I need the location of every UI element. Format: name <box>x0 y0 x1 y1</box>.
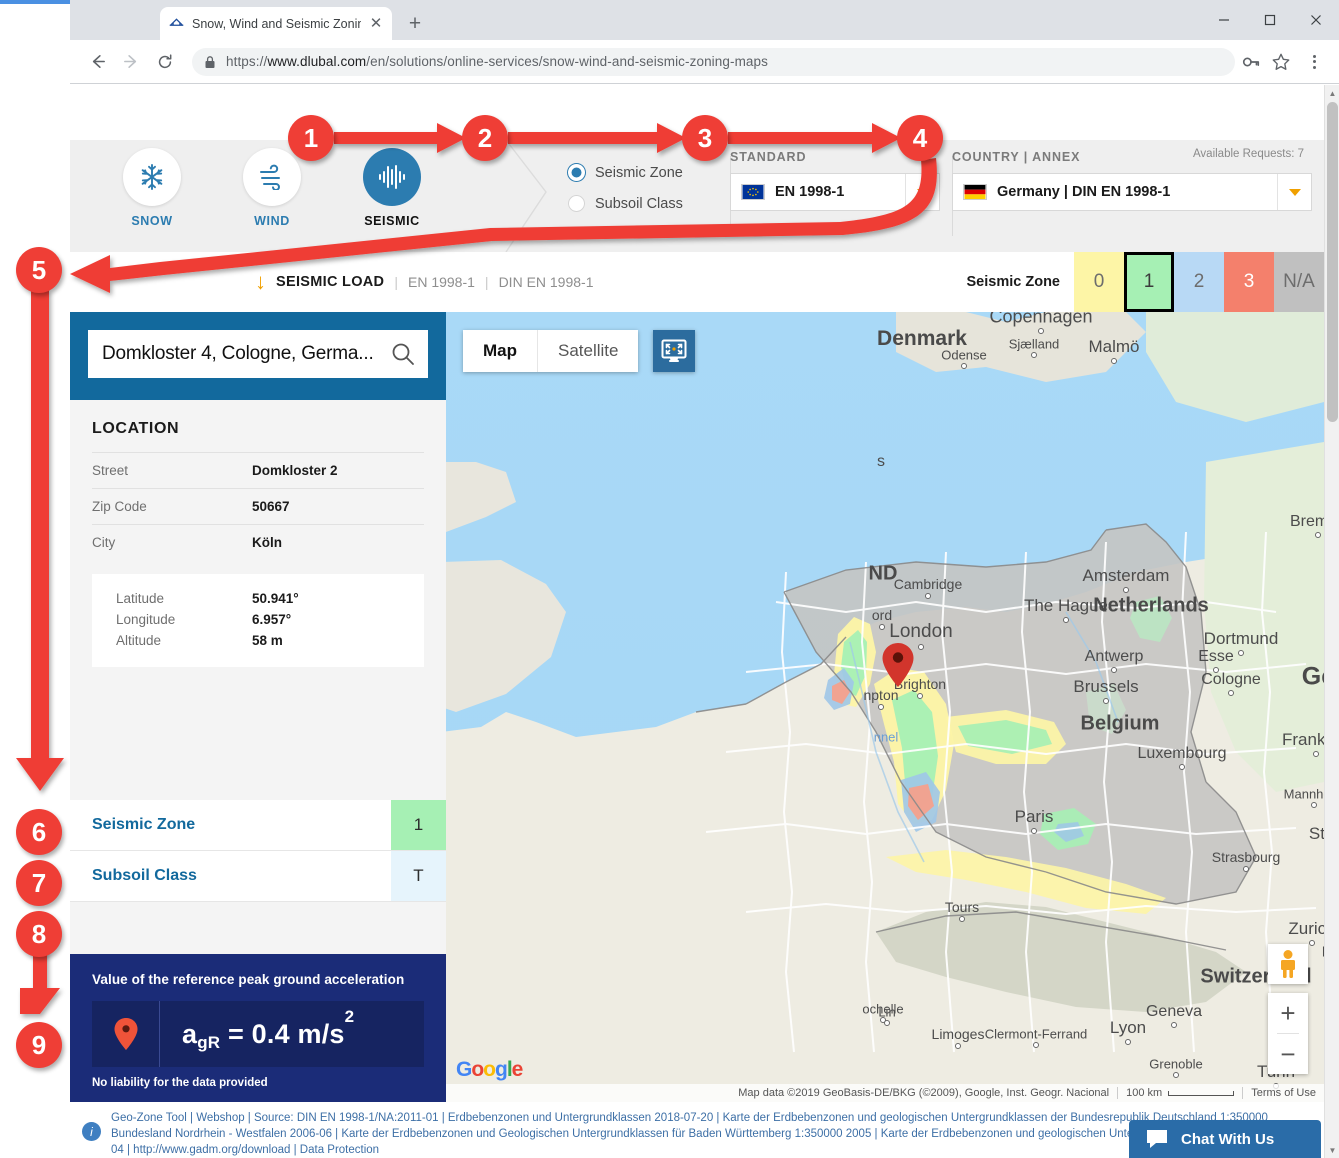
annotation-number: 4 <box>897 115 943 161</box>
annotation-number: 6 <box>16 809 62 855</box>
annotation-badge-5: 5 <box>16 247 62 293</box>
annotation-arrows <box>0 0 1339 1158</box>
annotation-badge-6: 6 <box>16 809 62 855</box>
annotation-badge-8: 8 <box>16 911 62 957</box>
annotation-number: 7 <box>16 860 62 906</box>
annotation-badge-3: 3 <box>682 115 728 161</box>
annotation-number: 3 <box>682 115 728 161</box>
annotation-number: 2 <box>462 115 508 161</box>
annotation-badge-2: 2 <box>462 115 508 161</box>
annotation-badge-9: 9 <box>16 1022 62 1068</box>
annotation-badge-7: 7 <box>16 860 62 906</box>
annotation-number: 9 <box>16 1022 62 1068</box>
annotation-number: 1 <box>288 115 334 161</box>
screenshot-root: Snow, Wind and Seismic Zoning ✕ + <box>0 0 1339 1158</box>
annotation-number: 8 <box>16 911 62 957</box>
annotation-number: 5 <box>16 247 62 293</box>
annotation-badge-4: 4 <box>897 115 943 161</box>
annotation-badge-1: 1 <box>288 115 334 161</box>
